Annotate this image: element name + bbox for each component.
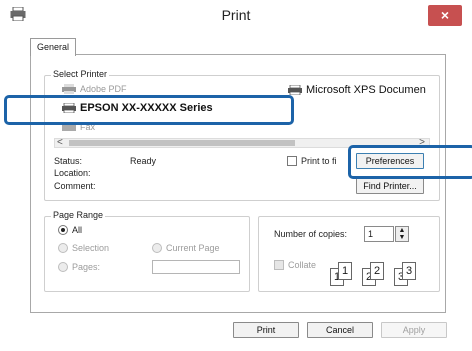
print-button[interactable]: Print bbox=[233, 322, 299, 338]
apply-button[interactable]: Apply bbox=[381, 322, 447, 338]
tab-strip: General bbox=[30, 32, 446, 56]
cancel-button[interactable]: Cancel bbox=[307, 322, 373, 338]
collate-label: Collate bbox=[288, 260, 317, 270]
tab-general[interactable]: General bbox=[30, 38, 77, 56]
epson-printer-highlight bbox=[4, 95, 294, 125]
print-to-file-checkbox[interactable] bbox=[287, 156, 297, 166]
current-page-radio[interactable] bbox=[152, 243, 162, 253]
all-label: All bbox=[72, 225, 83, 235]
title-bar: Print × bbox=[0, 0, 472, 30]
scroll-left-icon[interactable]: < bbox=[57, 137, 63, 148]
close-button[interactable]: × bbox=[428, 5, 462, 26]
printer-icon bbox=[288, 85, 302, 95]
printer-item-xps[interactable]: Microsoft XPS Documen bbox=[288, 84, 426, 96]
status-label: Status: bbox=[54, 156, 83, 166]
print-to-file-label: Print to fi bbox=[301, 156, 337, 166]
printer-item-adobe-pdf[interactable]: Adobe PDF bbox=[62, 84, 127, 94]
printer-name: Adobe PDF bbox=[80, 84, 127, 94]
copies-group bbox=[258, 216, 440, 292]
copies-input[interactable]: 1 bbox=[364, 226, 394, 242]
number-of-copies-label: Number of copies: bbox=[274, 229, 348, 239]
collate-page: 2 bbox=[370, 262, 384, 280]
window-title: Print bbox=[221, 7, 251, 23]
page-range-label: Page Range bbox=[51, 210, 106, 220]
selection-label: Selection bbox=[72, 243, 110, 253]
location-label: Location: bbox=[54, 168, 91, 178]
find-printer-button[interactable]: Find Printer... bbox=[356, 178, 424, 194]
copies-spinner[interactable]: ▲ ▼ bbox=[395, 226, 409, 242]
pages-label: Pages: bbox=[72, 262, 101, 272]
preferences-highlight bbox=[348, 145, 472, 179]
collate-page: 1 bbox=[338, 262, 352, 280]
all-radio[interactable] bbox=[58, 225, 68, 235]
pages-radio[interactable] bbox=[58, 262, 68, 272]
printer-name: Microsoft XPS Documen bbox=[306, 84, 426, 96]
current-page-label: Current Page bbox=[166, 243, 220, 253]
comment-label: Comment: bbox=[54, 181, 96, 191]
status-value: Ready bbox=[130, 156, 157, 166]
pages-input[interactable] bbox=[152, 260, 240, 274]
collate-checkbox[interactable] bbox=[274, 260, 284, 270]
scroll-thumb[interactable] bbox=[69, 140, 295, 146]
selection-radio[interactable] bbox=[58, 243, 68, 253]
collate-page: 3 bbox=[402, 262, 416, 280]
select-printer-label: Select Printer bbox=[51, 69, 110, 79]
printer-icon bbox=[62, 84, 76, 94]
